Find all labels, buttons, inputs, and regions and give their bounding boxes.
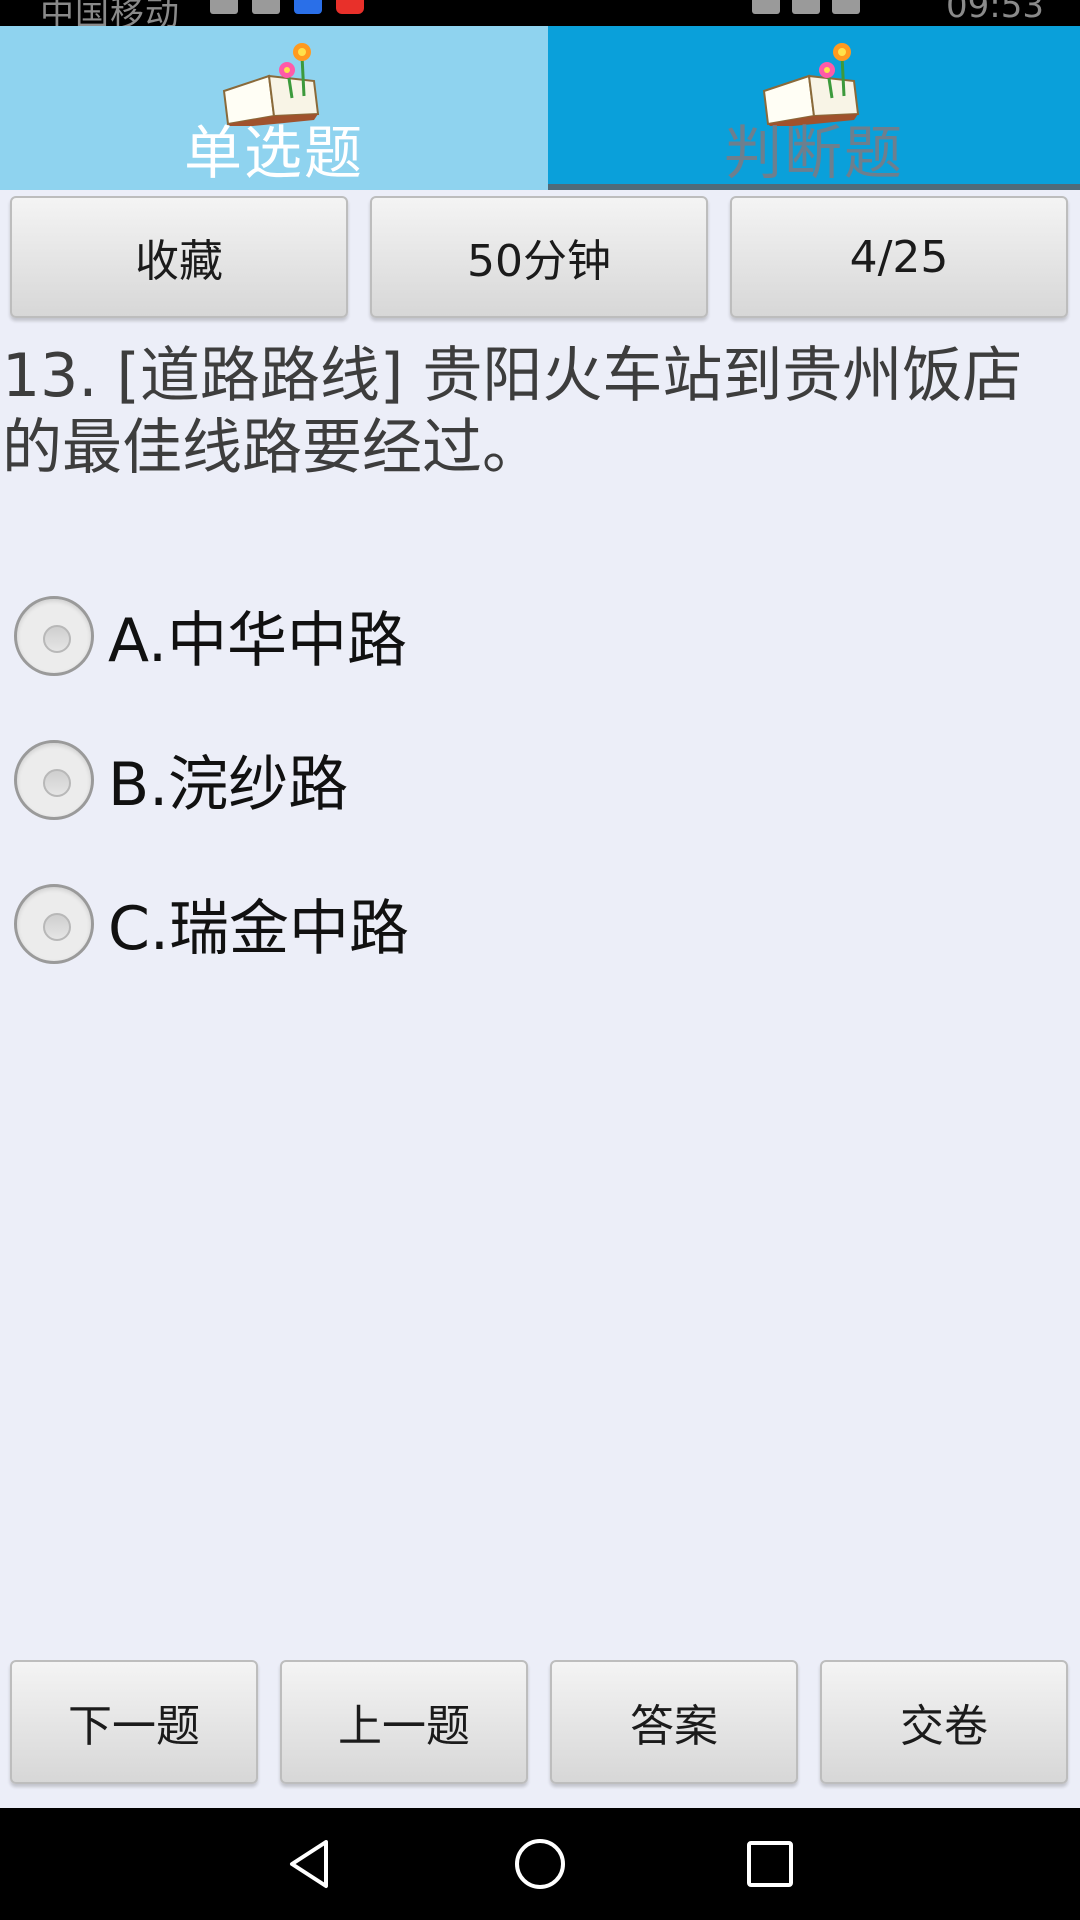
option-c[interactable]: C.瑞金中路 <box>14 880 409 967</box>
radio-button[interactable] <box>14 595 94 676</box>
submit-exam-button[interactable]: 交卷 <box>820 1660 1068 1784</box>
radio-button[interactable] <box>14 883 94 964</box>
timer-button[interactable]: 50分钟 <box>370 196 708 318</box>
back-triangle-icon[interactable] <box>282 1836 338 1892</box>
favorite-button[interactable]: 收藏 <box>10 196 348 318</box>
progress-button[interactable]: 4/25 <box>730 196 1068 318</box>
clock: 09:53 <box>946 0 1044 26</box>
tab-label: 判断题 <box>723 119 904 187</box>
option-a[interactable]: A.中华中路 <box>14 592 407 679</box>
wifi-icon <box>792 0 820 14</box>
system-icons <box>752 0 860 14</box>
recents-square-icon[interactable] <box>742 1836 798 1892</box>
data-icon <box>252 0 280 14</box>
notification-icons <box>210 0 364 14</box>
radio-button[interactable] <box>14 739 94 820</box>
navigation-bar <box>0 1808 1080 1920</box>
option-label: C.瑞金中路 <box>108 894 409 964</box>
next-question-button[interactable]: 下一题 <box>10 1660 258 1784</box>
app-notification-icon <box>294 0 322 14</box>
tab-true-false[interactable]: 判断题 <box>548 26 1080 190</box>
tab-single-choice[interactable]: 单选题 <box>0 26 548 190</box>
alarm-icon <box>752 0 780 14</box>
option-label: B.浣纱路 <box>108 750 349 820</box>
previous-question-button[interactable]: 上一题 <box>280 1660 528 1784</box>
answer-button[interactable]: 答案 <box>550 1660 798 1784</box>
option-b[interactable]: B.浣纱路 <box>14 736 348 823</box>
status-bar: 中国移动 09:53 <box>0 0 1080 26</box>
carrier-label: 中国移动 <box>40 0 180 26</box>
tab-bar: 单选题 判断题 <box>0 26 1080 190</box>
tab-label: 单选题 <box>183 119 364 187</box>
signal-icon <box>210 0 238 14</box>
battery-icon <box>832 0 860 14</box>
home-circle-icon[interactable] <box>512 1836 568 1892</box>
screen: 中国移动 09:53 单选题 判断题 收藏 50分钟 4/25 13. [道路路… <box>0 0 1080 1920</box>
question-text: 13. [道路路线] 贵阳火车站到贵州饭店的最佳线路要经过。 <box>2 341 1023 483</box>
app-notification-icon <box>336 0 364 14</box>
option-label: A.中华中路 <box>108 606 408 676</box>
